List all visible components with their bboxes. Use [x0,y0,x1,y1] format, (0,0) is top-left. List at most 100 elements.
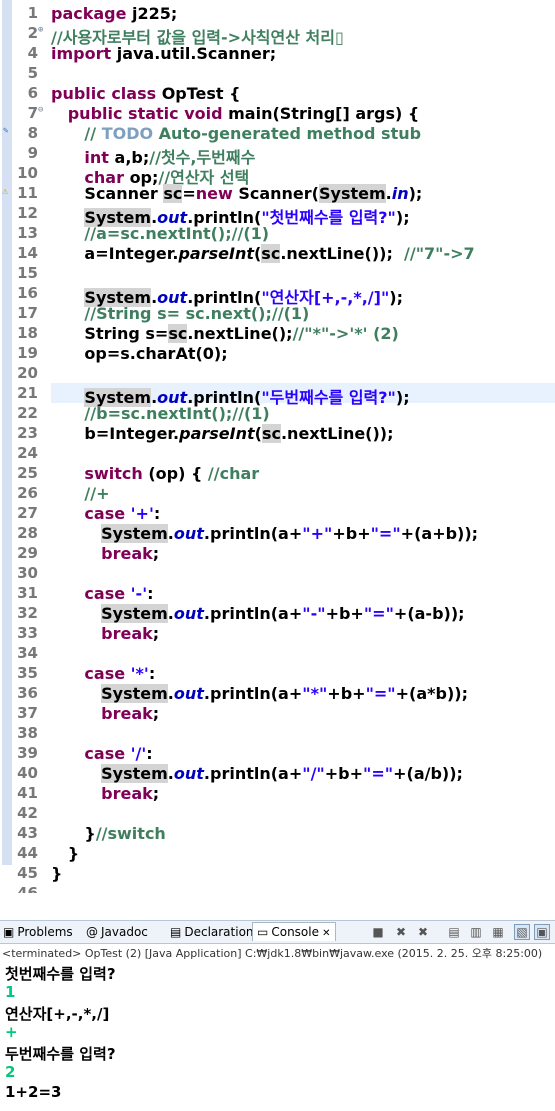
line-number: 33 [17,624,38,642]
line-number: 45 [17,864,38,882]
collapse-fold-icon[interactable]: ⊖ [38,105,43,115]
line-number: 31 [17,584,38,602]
code-token: switch [84,464,149,483]
line-number: 42 [17,804,38,822]
code-line: break; [51,624,159,643]
code-line: b=Integer.parseInt(sc.nextLine()); [51,424,394,443]
line-number: 44 [17,844,38,862]
code-token: out [173,524,204,543]
scroll-lock-icon[interactable]: ▥ [468,924,484,940]
code-editor[interactable]: ✎ ⚠ 1 package j225; 2 ⊕//사용자로부터 값을 입력->사칙연산… [0,0,555,893]
code-token: } [51,864,63,883]
code-token: = [182,184,196,203]
code-token: Auto-generated method stub [153,124,422,143]
line-number: 11 [17,184,38,202]
line-number: 28 [17,524,38,542]
code-token: //b=sc.nextInt();//(1) [84,404,270,423]
tab-console[interactable]: ▭ Console ✕ [252,922,336,941]
terminate-icon[interactable]: ■ [370,924,386,940]
code-line: a=Integer.parseInt(sc.nextLine()); //"7"… [51,244,475,263]
code-token: java.util.Scanner; [116,44,277,63]
code-token: //+ [84,484,110,503]
code-token: (op) { [148,464,208,483]
code-token: "=" [365,684,396,703]
code-line: System.out.println(a+"+"+b+"="+(a+b)); [51,524,478,543]
code-token: System [101,604,168,623]
code-token: .nextLine(); [187,324,293,343]
code-token: : [148,664,156,683]
console-status: <terminated> OpTest (2) [Java Applicatio… [2,947,543,960]
expand-fold-icon[interactable]: ⊕ [38,25,43,35]
line-number: 21 [17,384,38,402]
declaration-icon: ▤ [170,925,182,939]
code-token: sc [261,424,281,443]
line-number: 39 [17,744,38,762]
remove-all-terminated-icon[interactable]: ✖ [415,924,431,940]
code-line: System.out.println(a+"/"+b+"="+(a/b)); [51,764,463,783]
close-icon[interactable]: ✕ [319,928,330,939]
code-token: out [173,764,204,783]
code-line: } [51,864,62,883]
code-token: //switch [95,824,166,843]
code-token: a=Integer. [51,244,179,263]
code-line: package j225; [51,4,177,23]
code-token: "*" [302,684,328,703]
line-number: 17 [17,304,38,322]
code-token: +(a/b)); [393,764,463,783]
code-line: //String s= sc.next();//(1) [51,304,309,323]
remove-launch-icon[interactable]: ✖ [393,924,409,940]
code-token: "=" [370,524,401,543]
code-line: //+ [51,484,110,503]
code-token: String s= [51,324,169,343]
code-token: ; [152,624,160,643]
line-number: 22 [17,404,38,422]
line-number: 24 [17,444,38,462]
code-line: op=s.charAt(0); [51,344,227,363]
word-wrap-icon[interactable]: ▦ [490,924,506,940]
line-number: 12 [17,204,38,222]
code-token: sc [261,244,281,263]
code-token: '+' [130,504,154,523]
pin-console-icon[interactable]: ▧ [514,924,530,940]
code-token: parseInt [178,244,254,263]
code-token: +b+ [327,684,366,703]
code-token: +(a-b)); [393,604,465,623]
display-selected-console-icon[interactable]: ▣ [534,924,550,940]
line-number: 14 [17,244,38,262]
code-token: //char [207,464,260,483]
line-number: 9 [27,144,38,162]
clear-console-icon[interactable]: ▤ [446,924,462,940]
code-token: case [84,744,131,763]
code-token: '/' [130,744,147,763]
problems-icon: ▣ [3,925,15,939]
code-token: .println(a+ [203,684,303,703]
code-token: OpTest { [161,84,241,103]
tab-problems[interactable]: ▣ Problems [3,923,73,941]
code-token: +b+ [332,524,371,543]
line-number: 32 [17,604,38,622]
javadoc-icon: @ [86,925,98,939]
line-number: 6 [27,84,38,102]
tab-label: Declaration [184,925,254,939]
code-token: +(a+b)); [400,524,479,543]
code-token: +(a*b)); [395,684,468,703]
tab-declaration[interactable]: ▤ Declaration [170,923,254,941]
tab-javadoc[interactable]: @ Javadoc [86,923,148,941]
console-output-line: 두번째수를 입력? [5,1045,116,1063]
code-token: .nextLine()); [280,244,404,263]
line-number: 13 [17,224,38,242]
line-number: 8 [27,124,38,142]
code-token: ); [408,184,423,203]
code-token: out [173,604,204,623]
code-line: break; [51,784,159,803]
overview-ruler: ✎ ⚠ [0,0,14,893]
line-number: 36 [17,684,38,702]
code-token: break [101,544,153,563]
